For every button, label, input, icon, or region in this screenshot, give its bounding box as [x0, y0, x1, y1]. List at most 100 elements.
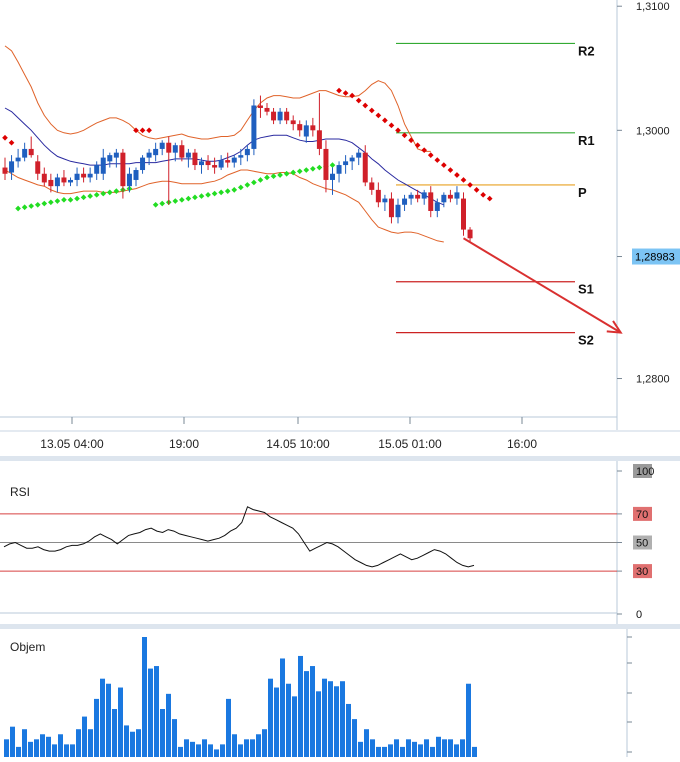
rsi-tick-label: 30	[636, 566, 648, 578]
volume-bar	[136, 729, 141, 757]
volume-bar	[214, 749, 219, 757]
candle-body	[172, 145, 178, 153]
volume-bar	[178, 746, 183, 757]
volume-bar	[454, 744, 459, 757]
volume-title: Objem	[10, 640, 45, 654]
candle-body	[428, 192, 434, 211]
candle-body	[467, 229, 473, 239]
candle-body	[48, 179, 54, 187]
candle-body	[212, 165, 218, 168]
volume-bar	[424, 739, 429, 757]
rsi-tick-label: 70	[636, 509, 648, 521]
rsi-tick-label: 100	[636, 466, 654, 478]
volume-bar	[340, 681, 345, 757]
candle-body	[290, 120, 296, 125]
volume-bar	[304, 671, 309, 757]
rsi-tick-label: 0	[636, 609, 642, 621]
candle-body	[461, 198, 466, 230]
volume-bar	[274, 687, 279, 757]
volume-bar	[310, 666, 315, 757]
time-tick-label: 14.05 10:00	[266, 437, 330, 451]
time-tick-label: 15.05 01:00	[378, 437, 442, 451]
volume-bar	[442, 739, 447, 757]
volume-bar	[82, 716, 87, 757]
volume-bar	[364, 729, 369, 757]
volume-bar	[346, 703, 351, 757]
volume-bar	[382, 746, 387, 757]
candle-body	[284, 111, 290, 121]
candle-body	[388, 198, 394, 218]
volume-bar	[448, 739, 453, 757]
candle-body	[264, 107, 270, 112]
volume-bar	[124, 725, 129, 757]
candle-body	[153, 148, 159, 156]
candle-body	[107, 155, 113, 162]
volume-bar	[388, 744, 393, 757]
volume-bar	[172, 719, 177, 757]
candle-body	[375, 189, 381, 203]
trading-chart[interactable]: 13.05 04:00 19:00 14.05 10:00 15.05 01:00 16…	[0, 0, 680, 757]
candle-body	[316, 130, 322, 149]
volume-bar	[466, 683, 471, 757]
pivot-label-p: P	[578, 185, 587, 200]
candle-body	[133, 170, 139, 180]
candle-body	[74, 173, 80, 180]
candle-body	[323, 148, 329, 180]
candle-body	[15, 157, 21, 162]
volume-bar	[256, 734, 261, 757]
volume-bar	[406, 739, 411, 757]
candle-body	[100, 157, 106, 174]
volume-bar	[220, 744, 225, 757]
pivot-label-r2: R2	[578, 43, 595, 58]
candle-body	[61, 177, 67, 183]
candle-body	[113, 152, 119, 158]
candle-body	[192, 152, 198, 166]
panel-separator-rsi[interactable]	[0, 456, 680, 461]
candle-body	[356, 152, 362, 158]
volume-bar	[316, 691, 321, 757]
panel-separator-volume[interactable]	[0, 624, 680, 629]
rsi-title: RSI	[10, 485, 30, 499]
chart-background	[0, 0, 680, 757]
volume-bar	[244, 739, 249, 757]
volume-bar	[148, 668, 153, 757]
candle-body	[35, 161, 41, 174]
price-tick-label: 1,2800	[636, 374, 670, 386]
candle-body	[402, 198, 408, 205]
chart-canvas[interactable]: 13.05 04:00 19:00 14.05 10:00 15.05 01:00 16…	[0, 0, 680, 757]
candle-body	[277, 111, 283, 121]
time-tick-label: 13.05 04:00	[40, 437, 104, 451]
candle-body	[205, 161, 211, 166]
candle-body	[244, 148, 250, 156]
current-price-label: 1,28983	[635, 252, 675, 264]
volume-bar	[430, 746, 435, 757]
volume-bar	[100, 678, 105, 757]
volume-bar	[166, 693, 171, 757]
candle-body	[225, 160, 231, 163]
candle-body	[94, 165, 100, 174]
volume-bar	[292, 696, 297, 757]
volume-bar	[286, 683, 291, 757]
candle-body	[434, 202, 440, 211]
volume-bar	[232, 734, 237, 757]
volume-bar	[208, 744, 213, 757]
volume-bar	[160, 709, 165, 757]
candle-body	[146, 152, 152, 158]
volume-bar	[394, 739, 399, 757]
candle-body	[421, 192, 427, 199]
candle-body	[126, 173, 132, 187]
volume-bar	[352, 719, 357, 757]
volume-bar	[130, 731, 135, 757]
candle-body	[271, 111, 277, 121]
volume-bar	[202, 739, 207, 757]
volume-bar	[154, 666, 159, 757]
volume-bar	[436, 736, 441, 757]
candle-body	[9, 161, 15, 173]
volume-bar	[328, 681, 333, 757]
volume-bar	[118, 687, 123, 757]
candle-body	[159, 142, 165, 149]
time-tick-label: 16:00	[507, 437, 537, 451]
candle-body	[343, 161, 349, 166]
volume-bar	[418, 744, 423, 757]
candle-body	[231, 157, 237, 163]
